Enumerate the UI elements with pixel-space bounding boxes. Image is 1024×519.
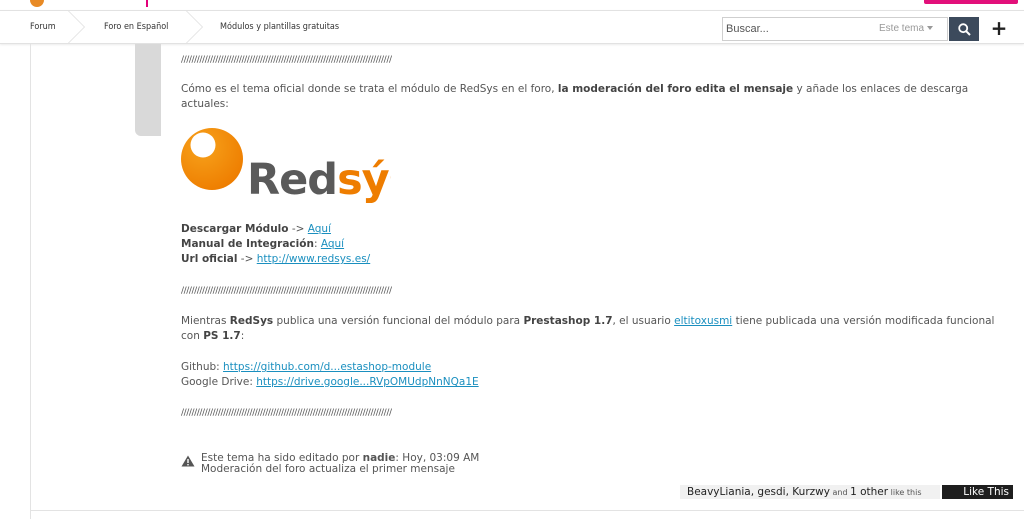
like-others-link[interactable]: 1 other: [850, 486, 888, 498]
like-button[interactable]: Like This: [942, 485, 1013, 499]
intro-text-end: y añade los enlaces de descarga: [793, 83, 969, 95]
intro-paragraph-line2: actuales:: [181, 98, 229, 110]
post-divider: [30, 510, 1024, 511]
svg-text:Redsýs: Redsýs: [247, 155, 391, 204]
logo-text-red: Red: [247, 155, 337, 204]
redsys-logo: Redsýs: [181, 128, 391, 204]
gdrive-label: Google Drive:: [181, 376, 257, 388]
edit-reason: Moderación del foro actualiza el primer …: [201, 463, 455, 475]
breadcrumb-separator: [68, 11, 84, 43]
chevron-down-icon: [927, 26, 934, 31]
redsys-bold: RedSys: [229, 315, 274, 327]
manual-line: Manual de Integración: Aquí: [181, 237, 344, 252]
gdrive-link[interactable]: https://drive.google...RVpOMUdpNnNQa1E: [256, 376, 478, 388]
search-input[interactable]: [723, 18, 873, 40]
separator-line: ////////////////////////////////////////…: [181, 55, 392, 65]
search-scope-dropdown[interactable]: Este tema: [879, 18, 934, 40]
gdrive-line: Google Drive: https://drive.google...RVp…: [181, 375, 479, 390]
mientras-text: publica una versión funcional del módulo…: [273, 315, 524, 327]
mientras-text: Mientras: [181, 315, 230, 327]
mientras-paragraph-line2: con PS 1.7:: [181, 329, 244, 344]
mientras-text: con: [181, 330, 204, 342]
like-user[interactable]: Kurzwy: [792, 486, 830, 498]
intro-bold: la moderación del foro edita el mensaje: [557, 83, 794, 95]
intro-text: Cómo es el tema oficial donde se trata e…: [181, 83, 558, 95]
search-button[interactable]: [949, 17, 979, 41]
like-user[interactable]: BeavyLiania: [687, 486, 751, 498]
avatar: [135, 44, 161, 136]
like-and: and: [829, 488, 851, 497]
prestashop-bold: Prestashop 1.7: [523, 315, 613, 327]
breadcrumb-modulos[interactable]: Módulos y plantillas gratuitas: [220, 11, 339, 43]
arrow-text: ->: [288, 223, 308, 235]
manual-link[interactable]: Aquí: [321, 238, 344, 250]
separator-line: ////////////////////////////////////////…: [181, 408, 392, 418]
header-remnant: [0, 0, 1024, 10]
url-line: Url oficial -> http://www.redsys.es/: [181, 252, 370, 267]
header-action-button[interactable]: [924, 0, 1018, 4]
download-line: Descargar Módulo -> Aquí: [181, 222, 331, 237]
breadcrumb-forum[interactable]: Forum: [30, 11, 56, 43]
mientras-text: , el usuario: [612, 315, 675, 327]
ps-version-bold: PS 1.7: [203, 330, 241, 342]
likes-summary: BeavyLiania, gesdi, Kurzwy and 1 other l…: [680, 485, 940, 499]
intro-paragraph: Cómo es el tema oficial donde se trata e…: [181, 82, 968, 97]
plus-icon[interactable]: +: [988, 16, 1010, 40]
manual-label: Manual de Integración: [181, 238, 314, 250]
mientras-text: tiene publicada una versión modificada f…: [732, 315, 995, 327]
like-user[interactable]: gesdi: [757, 486, 785, 498]
github-line: Github: https://github.com/d...estashop-…: [181, 360, 431, 375]
download-link[interactable]: Aquí: [308, 223, 331, 235]
url-label: Url oficial: [181, 253, 238, 265]
mientras-text: :: [240, 330, 245, 342]
github-link[interactable]: https://github.com/d...estashop-module: [223, 361, 431, 373]
breadcrumb-bar: Forum Foro en Español Módulos y plantill…: [0, 10, 1024, 44]
site-logo-text-fragment: [146, 0, 152, 7]
warning-icon: [181, 455, 195, 467]
mientras-paragraph: Mientras RedSys publica una versión func…: [181, 314, 994, 329]
site-logo-fragment: [30, 0, 44, 7]
search-box: Este tema: [722, 17, 948, 41]
colon-text: :: [313, 238, 321, 250]
like-this-text: like this: [888, 488, 922, 497]
github-label: Github:: [181, 361, 224, 373]
post-container: [30, 44, 1024, 519]
logo-text-sys: sýs: [337, 155, 391, 204]
search-icon: [957, 22, 971, 36]
breadcrumb-foro-espanol[interactable]: Foro en Español: [104, 11, 168, 43]
download-label: Descargar Módulo: [181, 223, 289, 235]
search-scope-label: Este tema: [879, 23, 925, 34]
breadcrumb-separator: [186, 11, 202, 43]
user-link[interactable]: eltitoxusmi: [674, 315, 732, 327]
arrow-text: ->: [237, 253, 257, 265]
separator-line: ////////////////////////////////////////…: [181, 286, 392, 296]
official-url-link[interactable]: http://www.redsys.es/: [257, 253, 370, 265]
